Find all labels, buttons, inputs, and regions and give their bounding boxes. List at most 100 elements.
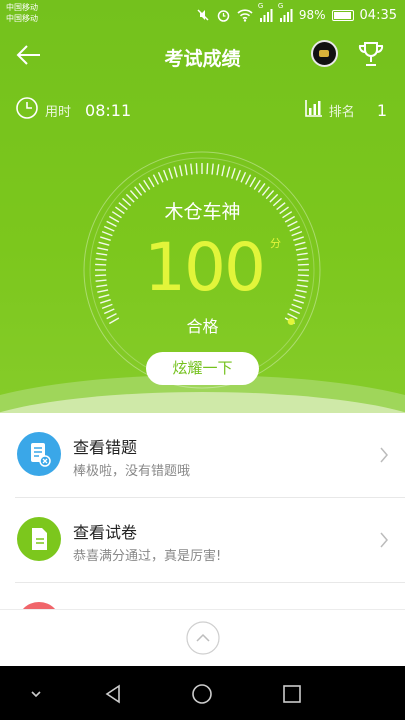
gauge-tick [97, 289, 109, 293]
recents-icon[interactable] [281, 683, 303, 705]
gauge-tick [240, 171, 247, 183]
gauge-tick [98, 241, 110, 246]
gauge-tick [97, 247, 109, 251]
signal-icon: G [258, 2, 273, 22]
gauge-tick [101, 303, 113, 309]
back-icon[interactable] [102, 683, 124, 705]
result-header-panel: 中国移动 中国移动 G G 98% 04:35 考试成绩 用时 08:11 排名… [0, 0, 405, 413]
gauge-tick [103, 225, 115, 232]
carrier-name: 中国移动 [6, 14, 38, 23]
gauge-tick [296, 284, 308, 288]
chevron-right-icon [380, 447, 388, 463]
time-value: 08:11 [85, 100, 132, 120]
chevron-right-icon [380, 532, 388, 548]
view-paper-item[interactable]: 查看试卷 恭喜满分通过，真是厉害! [0, 498, 405, 582]
gauge-tick [206, 163, 209, 175]
gauge-tick [297, 279, 309, 282]
gauge-tick [249, 176, 257, 188]
paper-icon [17, 517, 61, 561]
bottom-bar [0, 609, 405, 667]
gauge-tick [291, 231, 303, 237]
gauge-tick [293, 236, 304, 242]
gauge-tick [226, 166, 231, 178]
hide-nav-icon[interactable] [25, 683, 47, 705]
score-value: 100 [144, 229, 266, 306]
battery-percent: 98% [298, 8, 326, 22]
view-mistakes-item[interactable]: 查看错题 棒极啦，没有错题哦 [0, 413, 405, 497]
gauge-tick [95, 258, 107, 261]
gauge-tick [291, 303, 303, 309]
gauge-tick [257, 183, 266, 193]
gauge-tick [295, 289, 307, 293]
gauge-tick [297, 263, 309, 266]
score-unit: 分 [270, 237, 281, 250]
carrier-name: 中国移动 [6, 3, 38, 12]
gauge-tick [134, 186, 143, 196]
trophy-icon[interactable] [355, 38, 387, 70]
page-title: 考试成绩 [164, 48, 241, 70]
gauge-tick [244, 174, 252, 185]
gauge-tick [163, 169, 169, 181]
home-icon[interactable] [191, 683, 213, 705]
gauge-tick [216, 164, 220, 176]
wifi-icon [237, 8, 253, 22]
gauge-tick [98, 294, 110, 299]
gauge-tick [173, 166, 178, 178]
item-title: 查看试卷 [73, 523, 138, 542]
gauge-tick [211, 163, 214, 175]
rank-label: 排名 [328, 104, 355, 120]
item-subtitle: 棒极啦，没有错题哦 [73, 464, 191, 479]
status-bar: 中国移动 中国移动 G G 98% 04:35 [0, 0, 405, 30]
app-toolbar: 考试成绩 [0, 32, 405, 80]
gauge-tick [95, 274, 107, 277]
gauge-tick [293, 298, 304, 304]
signal-icon: G [278, 2, 293, 22]
gauge-tick [147, 176, 155, 188]
gauge-tick [235, 169, 241, 181]
gauge-tick [100, 298, 111, 304]
gauge-tick [296, 252, 308, 256]
clock: 04:35 [359, 7, 397, 23]
avatar[interactable] [311, 40, 338, 67]
rank: 排名 1 [304, 96, 387, 124]
gauge-tick [152, 174, 160, 185]
gauge-tick [143, 179, 151, 190]
time-used: 用时 08:11 [15, 96, 131, 124]
gauge-tick [221, 165, 225, 177]
battery-icon [331, 9, 354, 21]
gauge-tick [179, 165, 183, 177]
item-subtitle: 恭喜满分通过，真是厉害! [73, 549, 222, 564]
gauge-tick [294, 294, 306, 299]
scroll-up-button[interactable] [186, 621, 220, 655]
alarm-icon [216, 8, 231, 23]
user-nickname: 木仓车神 [164, 201, 241, 223]
mistakes-icon [17, 432, 61, 476]
gauge-tick [96, 284, 108, 288]
gauge-tick [297, 258, 309, 261]
gauge-tick [138, 183, 147, 193]
gauge-tick [253, 179, 261, 190]
gauge-tick [289, 225, 301, 232]
gauge-tick [294, 241, 306, 246]
mute-icon [196, 8, 210, 22]
gauge-tick [168, 168, 174, 179]
gauge-tick [230, 168, 236, 179]
grade-label: 合格 [186, 317, 219, 336]
gauge-tick [100, 236, 111, 242]
item-title: 查看错题 [73, 438, 138, 457]
time-label: 用时 [45, 104, 72, 120]
gauge-tick [297, 274, 309, 277]
system-navigation-bar [0, 666, 405, 720]
rank-value: 1 [376, 100, 387, 120]
gauge-tick [295, 247, 307, 251]
gauge-tick [101, 231, 113, 237]
clock-icon [15, 96, 39, 124]
gauge-tick [195, 163, 198, 175]
share-button[interactable]: 炫耀一下 [146, 352, 259, 385]
gauge-tick [184, 164, 188, 176]
gauge-tick [96, 252, 108, 256]
gauge-tick [95, 263, 107, 266]
gauge-tick [261, 186, 270, 196]
gauge-tick [157, 171, 164, 183]
gauge-tick [95, 279, 107, 282]
